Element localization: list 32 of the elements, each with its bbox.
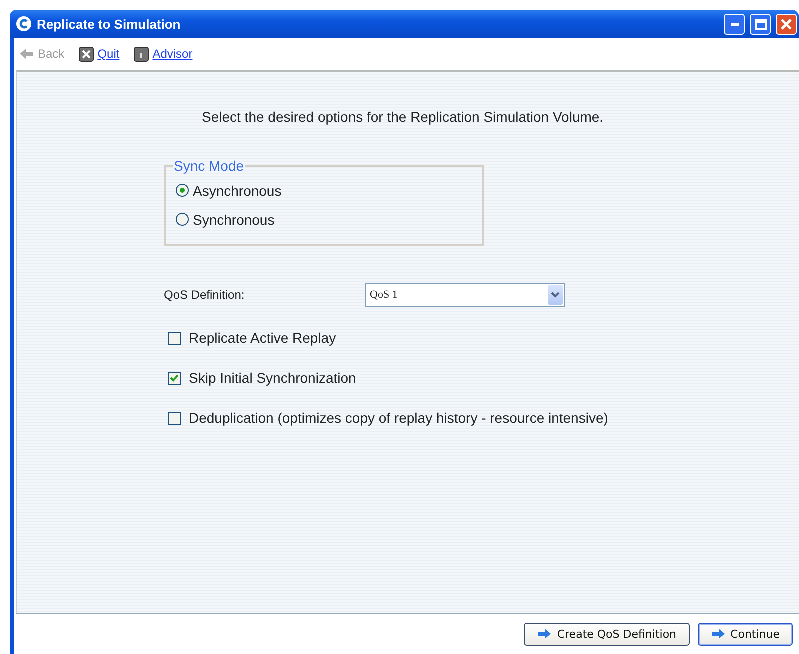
arrow-right-icon <box>710 628 725 640</box>
window-title: Replicate to Simulation <box>37 16 182 32</box>
radio-label: Synchronous <box>193 212 275 228</box>
radio-button[interactable] <box>176 184 189 197</box>
field-label: QoS Definition: <box>164 288 246 302</box>
maximize-icon <box>754 18 766 30</box>
checkbox-label: Skip Initial Synchronization <box>189 370 356 386</box>
action-button[interactable]: Continue <box>698 622 793 646</box>
checkbox[interactable] <box>168 372 181 384</box>
radio-button[interactable] <box>176 213 189 226</box>
close-button[interactable] <box>776 14 797 34</box>
info-icon <box>134 46 149 62</box>
checkbox-label: Replicate Active Replay <box>189 330 336 346</box>
checkbox-label: Deduplication (optimizes copy of replay history - resource intensive) <box>189 410 608 426</box>
qos-dropdown[interactable]: QoS 1 <box>365 283 565 307</box>
instruction-text: Select the desired options for the Replication Simulation Volume. <box>202 109 604 125</box>
toolbar-link[interactable]: Quit <box>78 46 120 62</box>
arrow-right-icon <box>537 628 552 640</box>
minimize-icon <box>730 22 738 26</box>
maximize-button[interactable] <box>750 14 771 34</box>
checkbox[interactable] <box>168 412 181 424</box>
app-logo-icon <box>16 16 32 32</box>
radio-label: Asynchronous <box>193 182 282 198</box>
toolbar-link[interactable]: Advisor <box>134 46 193 62</box>
group-title: Sync Mode <box>173 158 246 174</box>
checkbox[interactable] <box>168 332 181 344</box>
action-button[interactable]: Create QoS Definition <box>524 622 690 646</box>
minimize-button[interactable] <box>724 14 745 34</box>
dropdown-caret-icon <box>548 285 563 305</box>
arrow-left-icon <box>20 48 34 60</box>
close-icon <box>781 18 792 30</box>
close-icon <box>78 46 94 62</box>
